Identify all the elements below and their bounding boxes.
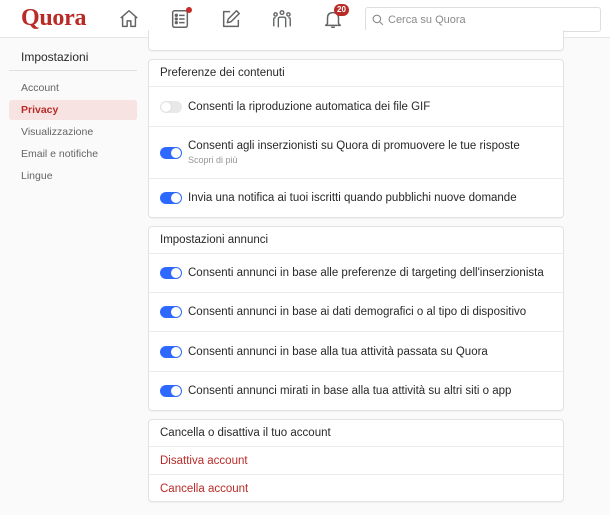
notify-followers-toggle[interactable]	[160, 192, 182, 204]
card-title: Cancella o disattiva il tuo account	[149, 420, 563, 447]
setting-row-notify-followers: Invia una notifica ai tuoi iscritti quan…	[149, 179, 563, 217]
unread-dot	[186, 7, 192, 13]
setting-row-ad-targeting: Consenti annunci in base alle preferenze…	[149, 254, 563, 293]
sidebar-item-email-notifications[interactable]: Email e notifiche	[9, 144, 137, 164]
setting-row-ad-other-sites: Consenti annunci mirati in base alla tua…	[149, 372, 563, 410]
ad-quora-activity-toggle[interactable]	[160, 345, 182, 358]
sidebar-item-languages[interactable]: Lingue	[9, 166, 137, 186]
setting-label: Consenti annunci mirati in base alla tua…	[188, 385, 512, 397]
setting-label: Consenti la riproduzione automatica dei …	[188, 100, 431, 113]
notifications-badge: 20	[334, 4, 349, 16]
setting-label: Invia una notifica ai tuoi iscritti quan…	[188, 192, 517, 204]
spaces-icon[interactable]	[270, 7, 294, 31]
setting-row-ad-demographics: Consenti annunci in base ai dati demogra…	[149, 293, 563, 332]
setting-row-gif-autoplay: Consenti la riproduzione automatica dei …	[149, 87, 563, 127]
gif-autoplay-toggle[interactable]	[160, 100, 182, 113]
setting-label: Consenti annunci in base alle preferenze…	[188, 267, 544, 279]
card-title: Preferenze dei contenuti	[149, 60, 563, 87]
notifications-icon[interactable]: 20	[321, 4, 349, 31]
sidebar-item-display[interactable]: Visualizzazione	[9, 122, 137, 142]
answer-icon[interactable]	[219, 7, 243, 31]
search-input[interactable]	[388, 13, 588, 26]
previous-settings-card	[148, 30, 564, 51]
card-title: Impostazioni annunci	[149, 227, 563, 254]
ad-settings-card: Impostazioni annunci Consenti annunci in…	[148, 226, 564, 411]
content-preferences-card: Preferenze dei contenuti Consenti la rip…	[148, 59, 564, 218]
ad-other-sites-toggle[interactable]	[160, 385, 182, 397]
sidebar-item-privacy[interactable]: Privacy	[9, 100, 137, 120]
sidebar-item-account[interactable]: Account	[9, 78, 137, 98]
setting-label: Consenti annunci in base ai dati demogra…	[188, 306, 527, 318]
following-icon[interactable]	[168, 7, 192, 31]
setting-row-ad-quora-activity: Consenti annunci in base alla tua attivi…	[149, 332, 563, 372]
learn-more-link[interactable]: Scopri di più	[188, 155, 520, 165]
settings-sidebar: Impostazioni Account Privacy Visualizzaz…	[9, 38, 137, 186]
setting-row-promote-answers: Consenti agli inserzionisti su Quora di …	[149, 127, 563, 179]
setting-label: Consenti agli inserzionisti su Quora di …	[188, 140, 520, 152]
promote-answers-toggle[interactable]	[160, 146, 182, 159]
quora-logo[interactable]: Quora	[21, 5, 86, 32]
search-box[interactable]	[365, 7, 601, 32]
search-icon	[372, 14, 384, 25]
delete-account-link[interactable]: Cancella account	[149, 475, 563, 502]
ad-demographics-toggle[interactable]	[160, 306, 182, 318]
setting-label: Consenti annunci in base alla tua attivi…	[188, 345, 488, 358]
home-icon[interactable]	[117, 7, 141, 31]
account-deletion-card: Cancella o disattiva il tuo account Disa…	[148, 419, 564, 502]
deactivate-account-link[interactable]: Disattiva account	[149, 447, 563, 475]
sidebar-title: Impostazioni	[9, 38, 137, 71]
ad-targeting-toggle[interactable]	[160, 267, 182, 279]
